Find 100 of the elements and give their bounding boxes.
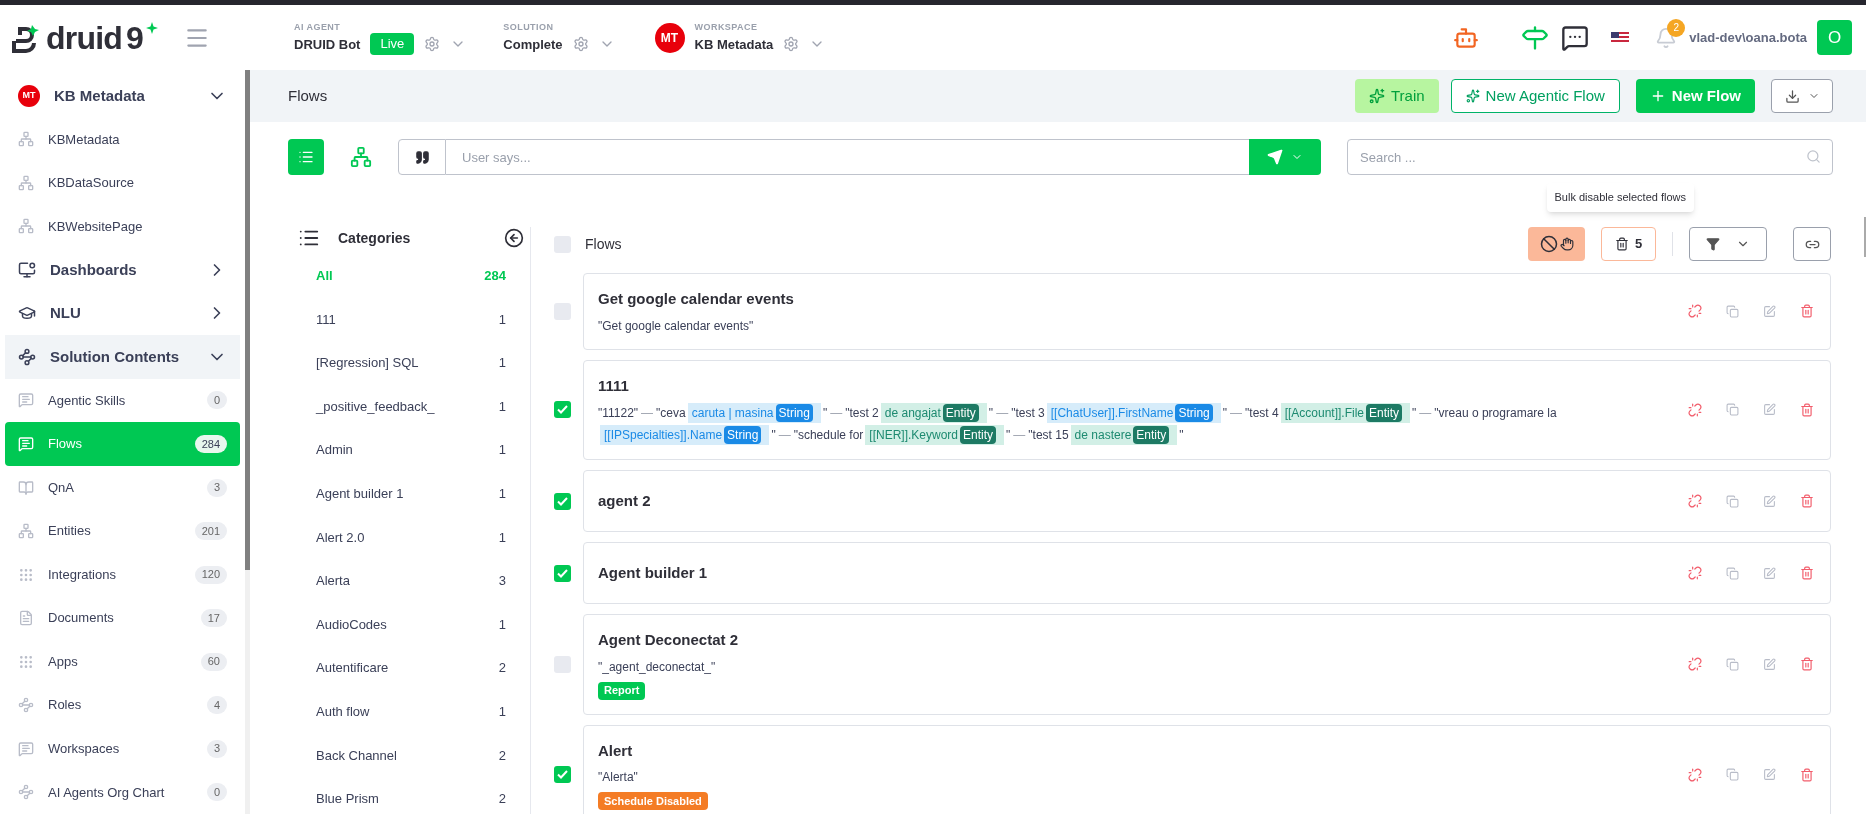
- export-button[interactable]: [1771, 79, 1833, 113]
- bulk-disable-button[interactable]: [1528, 227, 1585, 261]
- agent-name[interactable]: DRUID Bot: [294, 34, 361, 54]
- unlink-icon[interactable]: [1688, 402, 1702, 417]
- sidebar-item[interactable]: Entities 201: [5, 509, 240, 553]
- category-item[interactable]: Agent builder 1 1: [316, 471, 506, 516]
- copy-icon[interactable]: [1726, 657, 1739, 671]
- edit-icon[interactable]: [1763, 403, 1776, 417]
- chat-icon[interactable]: [1561, 23, 1590, 52]
- category-item[interactable]: Alert 2.0 1: [316, 515, 506, 560]
- unlink-icon[interactable]: [1688, 494, 1702, 508]
- quote-button[interactable]: [398, 139, 446, 175]
- search-field[interactable]: Search ...: [1347, 139, 1833, 175]
- checkbox[interactable]: [554, 492, 571, 510]
- section-label: Solution Contents: [50, 346, 181, 367]
- flow-card[interactable]: Alert "Alerta" Schedule Disabled: [583, 724, 1831, 814]
- settings-icon[interactable]: [424, 35, 441, 52]
- section-label: Dashboards: [50, 259, 138, 280]
- bulk-delete-button[interactable]: 5: [1601, 227, 1656, 261]
- network-icon[interactable]: [350, 146, 372, 168]
- unlink-icon[interactable]: [1688, 657, 1702, 672]
- edit-icon[interactable]: [1763, 657, 1776, 671]
- delete-icon[interactable]: [1800, 402, 1814, 417]
- category-item[interactable]: _positive_feedback_ 1: [316, 384, 506, 429]
- checkbox[interactable]: [554, 564, 571, 582]
- sparkle-icon: [145, 21, 158, 34]
- count-badge: 17: [200, 609, 227, 628]
- category-item[interactable]: Back Channel 2: [316, 733, 506, 778]
- solution-name[interactable]: Complete: [503, 34, 563, 54]
- copy-icon[interactable]: [1726, 304, 1739, 318]
- delete-icon[interactable]: [1800, 767, 1814, 782]
- sidebar-item[interactable]: Agentic Skills 0: [5, 378, 240, 423]
- sidebar-item[interactable]: Roles 4: [5, 683, 240, 727]
- utterance-separator: —: [830, 405, 843, 422]
- settings-icon[interactable]: [783, 35, 800, 52]
- sidebar-item[interactable]: Apps 60: [5, 639, 240, 684]
- menu-button[interactable]: [288, 139, 324, 175]
- filter-button[interactable]: [1689, 227, 1767, 261]
- category-item[interactable]: Blue Prism 2: [316, 777, 506, 814]
- utterance-text: ": [1222, 405, 1228, 422]
- sidebar-item[interactable]: AI Agents Org Chart 0: [5, 770, 240, 814]
- sidebar-item[interactable]: Flows 284: [5, 422, 240, 466]
- user-name[interactable]: vlad-dev\oana.bota: [1689, 27, 1807, 48]
- utterance-separator: —: [778, 427, 791, 444]
- flow-name: Agent builder 1: [598, 562, 709, 583]
- sidebar-item[interactable]: KBDataSource: [5, 161, 240, 205]
- send-button[interactable]: [1249, 139, 1321, 175]
- copy-icon[interactable]: [1726, 566, 1739, 580]
- category-item[interactable]: AudioCodes 1: [316, 602, 506, 647]
- edit-icon[interactable]: [1763, 768, 1776, 782]
- copy-icon[interactable]: [1726, 768, 1739, 782]
- copy-icon[interactable]: [1726, 403, 1739, 417]
- collapse-icon[interactable]: [504, 228, 524, 248]
- flag-icon[interactable]: [1611, 31, 1630, 44]
- category-item[interactable]: Auth flow 1: [316, 689, 506, 734]
- sidebar-item[interactable]: Integrations 120: [5, 552, 240, 597]
- category-item[interactable]: Autentificare 2: [316, 646, 506, 690]
- sidebar-section[interactable]: NLU: [5, 291, 240, 336]
- item-label: Flows: [48, 435, 83, 454]
- unlink-icon[interactable]: [1688, 767, 1702, 782]
- sidebar-item[interactable]: Workspaces 3: [5, 726, 240, 771]
- category-item[interactable]: Alerta 3: [316, 559, 506, 603]
- sidebar-item[interactable]: KBMetadata: [5, 117, 240, 162]
- sparkle-icon: [1369, 88, 1385, 104]
- utterance-separator: —: [641, 405, 654, 422]
- delete-icon[interactable]: [1800, 566, 1814, 580]
- sidebar-item[interactable]: Documents 17: [5, 596, 240, 640]
- utterance-text: "test 15: [1028, 427, 1069, 444]
- category-item[interactable]: [Regression] SQL 1: [316, 341, 506, 385]
- delete-icon[interactable]: [1800, 304, 1814, 319]
- delete-icon[interactable]: [1800, 494, 1814, 508]
- edit-icon[interactable]: [1763, 566, 1776, 580]
- workspace-name[interactable]: KB Metadata: [694, 34, 774, 54]
- sidebar-section[interactable]: Dashboards: [5, 248, 240, 292]
- flow-card[interactable]: Get google calendar events "Get google calendar events": [583, 273, 1831, 350]
- flow-card[interactable]: [583, 359, 1831, 460]
- checkbox[interactable]: [554, 401, 571, 419]
- sidebar-section[interactable]: MT KB Metadata: [5, 74, 240, 118]
- utterance-text: ": [1179, 427, 1184, 444]
- edit-icon[interactable]: [1763, 494, 1776, 508]
- sidebar-item[interactable]: QnA 3: [5, 465, 240, 510]
- copy-icon[interactable]: [1726, 494, 1739, 508]
- sidebar-section[interactable]: Solution Contents: [5, 335, 240, 379]
- category-item[interactable]: Admin 1: [316, 428, 506, 472]
- unlink-icon[interactable]: [1688, 304, 1702, 319]
- settings-icon[interactable]: [572, 35, 589, 52]
- signpost-icon[interactable]: [1521, 23, 1550, 52]
- sidebar-item[interactable]: KBWebsitePage: [5, 204, 240, 249]
- flow-card[interactable]: Agent Deconectat 2 "_agent_deconectat_" Report: [583, 614, 1831, 715]
- nodes-icon: [18, 174, 34, 191]
- flow-card[interactable]: agent 2: [583, 470, 1831, 532]
- link-button[interactable]: [1793, 227, 1831, 261]
- edit-icon[interactable]: [1763, 304, 1776, 318]
- flow-card[interactable]: Agent builder 1: [583, 542, 1831, 604]
- checkmark-icon: [557, 496, 568, 506]
- checkbox[interactable]: [554, 766, 571, 784]
- unlink-icon[interactable]: [1688, 566, 1702, 580]
- category-item[interactable]: 111 1: [316, 297, 506, 342]
- utterance-input[interactable]: User says...: [446, 139, 1249, 175]
- delete-icon[interactable]: [1800, 657, 1814, 672]
